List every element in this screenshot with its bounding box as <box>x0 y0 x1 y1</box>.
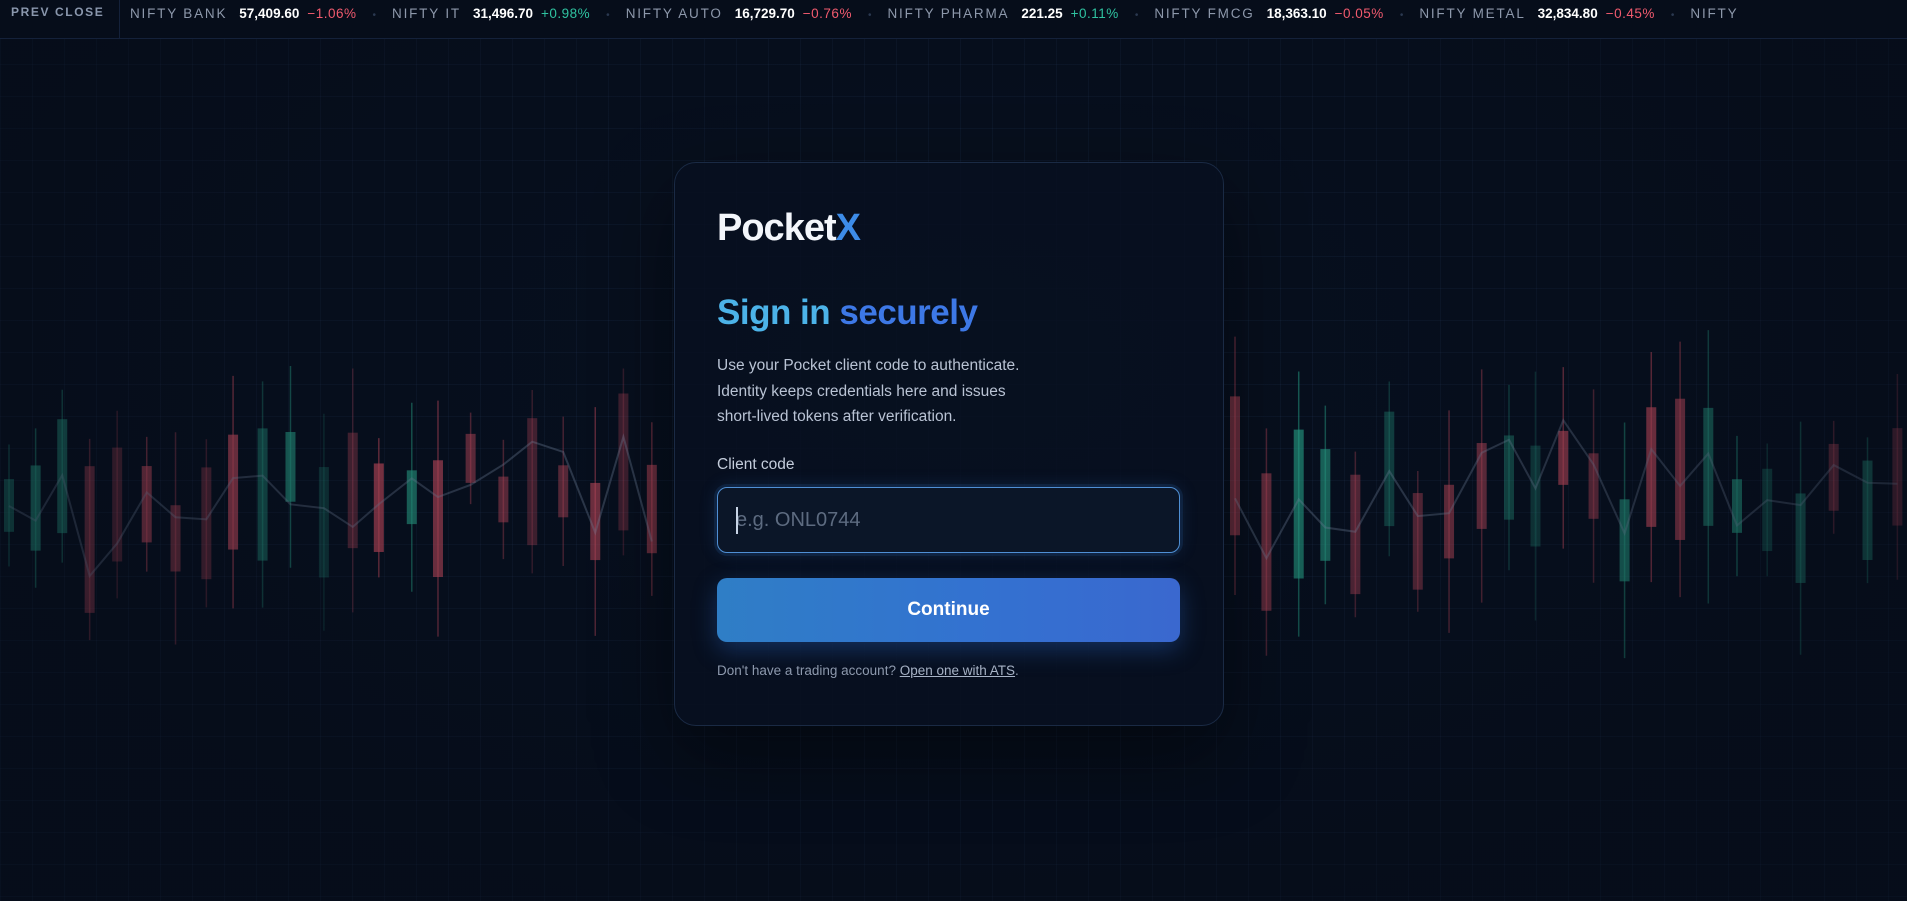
candle-body <box>141 466 152 543</box>
logo-accent: X <box>835 207 861 249</box>
market-ticker: PREV CLOSE NIFTY BANK 57,409.60 −1.06% • NIF… <box>0 0 1907 39</box>
logo-main: Pocket <box>717 207 837 249</box>
signup-note-suffix: . <box>1015 663 1019 678</box>
ticker-index-change: +0.98% <box>541 5 591 21</box>
candle-body <box>347 432 358 549</box>
candle-body <box>1350 474 1361 595</box>
text-caret <box>736 507 738 534</box>
candle-body <box>285 431 296 502</box>
ticker-track: NIFTY BANK 57,409.60 −1.06% • NIFTY IT 31,496… <box>130 0 1758 38</box>
ticker-index-value: 221.25 <box>1021 5 1063 21</box>
ticker-index-value: 57,409.60 <box>239 5 300 21</box>
signin-card: PocketX Sign in securely Use your Pocket… <box>674 162 1224 726</box>
ticker-index-change: −0.45% <box>1605 5 1655 21</box>
client-code-input[interactable] <box>718 488 1179 552</box>
ticker-item: • NIFTY PHARMA 221.25 +0.11% <box>852 6 1119 21</box>
ticker-separator-icon: • <box>1399 9 1404 21</box>
candle-body <box>1261 473 1272 611</box>
ticker-separator-icon: • <box>372 9 377 21</box>
candle-body <box>558 465 569 518</box>
ticker-index-value: 18,363.10 <box>1266 5 1327 21</box>
candle-body <box>432 460 443 578</box>
candle-body <box>465 433 476 483</box>
ticker-index-value: 32,834.80 <box>1537 5 1598 21</box>
signup-note: Don't have a trading account? Open one w… <box>717 663 1019 678</box>
description: Use your Pocket client code to authentic… <box>717 353 1097 430</box>
ticker-item: NIFTY BANK 57,409.60 −1.06% <box>130 6 357 21</box>
candle-body <box>1530 445 1541 547</box>
candle-body <box>1558 430 1569 485</box>
ticker-index-value: 31,496.70 <box>472 5 533 21</box>
description-line: Identity keeps credentials here and issu… <box>717 382 1006 400</box>
candle-body <box>1646 407 1657 527</box>
candle-body <box>1384 411 1395 527</box>
ticker-index-change: −1.06% <box>307 5 357 21</box>
candle-body <box>1828 443 1839 511</box>
ticker-item: • NIFTY <box>1655 6 1759 21</box>
candle-body <box>1619 499 1630 582</box>
ticker-item: • NIFTY METAL 32,834.80 −0.45% <box>1384 6 1655 21</box>
ticker-separator-icon: • <box>606 9 610 21</box>
ticker-index-value: 16,729.70 <box>734 5 795 21</box>
ticker-index-name: NIFTY <box>1690 5 1739 21</box>
signup-note-text: Don't have a trading account? <box>717 663 896 678</box>
client-code-label: Client code <box>717 456 795 473</box>
candle-body <box>1412 493 1423 590</box>
ticker-index-change: +0.11% <box>1070 5 1119 21</box>
continue-button[interactable]: Continue <box>717 578 1180 642</box>
pocketx-logo: PocketX <box>717 207 861 250</box>
ticker-index-name: NIFTY FMCG <box>1154 5 1255 21</box>
open-account-link[interactable]: Open one with ATS <box>900 663 1015 678</box>
candle-body <box>1444 484 1455 559</box>
ticker-separator-icon: • <box>1670 9 1675 21</box>
candle-body <box>618 393 629 531</box>
ticker-item: • NIFTY IT 31,496.70 +0.98% <box>357 6 591 21</box>
candle-body <box>257 428 268 561</box>
candle-body <box>527 418 538 546</box>
description-line: short-lived tokens after verification. <box>717 408 957 425</box>
ticker-index-name: NIFTY METAL <box>1419 5 1526 21</box>
description-line: Use your Pocket client code to authentic… <box>717 357 1020 374</box>
ticker-index-name: NIFTY PHARMA <box>887 5 1010 21</box>
candle-body <box>4 479 14 532</box>
ticker-item: • NIFTY AUTO 16,729.70 −0.76% <box>590 6 852 21</box>
ticker-separator-icon: • <box>1134 9 1139 21</box>
candle-body <box>1892 428 1903 526</box>
ticker-label: PREV CLOSE <box>0 0 120 38</box>
candle-body <box>1230 396 1240 536</box>
candle-body <box>1703 407 1714 526</box>
trend-line <box>8 433 653 579</box>
page-title: Sign in securely <box>717 293 978 333</box>
title-part-1: Sign in <box>717 293 831 332</box>
candle-body <box>201 467 212 580</box>
candle-body <box>318 467 329 578</box>
ticker-separator-icon: • <box>867 9 872 21</box>
candle-body <box>1476 443 1487 529</box>
client-code-field-wrapper <box>717 487 1180 553</box>
candle-body <box>498 476 509 523</box>
candle-body <box>1795 493 1806 583</box>
candle-body <box>1762 468 1773 552</box>
ticker-index-change: −0.76% <box>802 5 852 21</box>
candle-body <box>30 465 41 551</box>
ticker-item: • NIFTY FMCG 18,363.10 −0.05% <box>1119 6 1384 21</box>
title-part-2: securely <box>839 293 978 332</box>
candle-body <box>1320 449 1331 561</box>
ticker-index-name: NIFTY AUTO <box>625 5 723 21</box>
candle-body <box>84 466 95 613</box>
ticker-index-change: −0.05% <box>1334 5 1384 21</box>
candle-body <box>1862 460 1873 561</box>
candle-body <box>228 434 239 550</box>
ticker-index-name: NIFTY IT <box>392 5 461 21</box>
candle-body <box>1675 398 1686 540</box>
ticker-index-name: NIFTY BANK <box>130 5 228 21</box>
